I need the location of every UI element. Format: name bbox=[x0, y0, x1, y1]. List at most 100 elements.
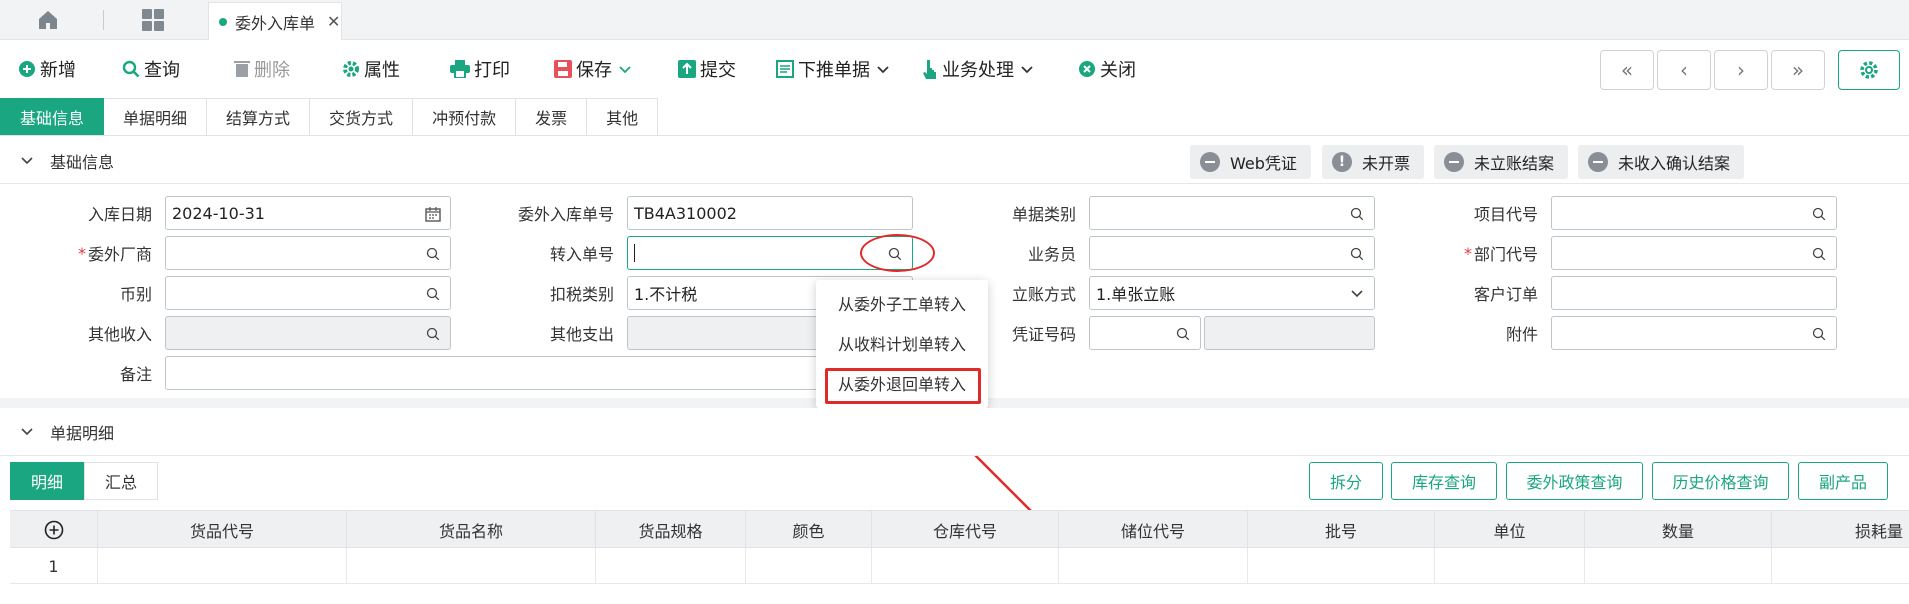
close-button[interactable]: 关闭 bbox=[1078, 56, 1136, 82]
search-icon[interactable] bbox=[424, 245, 442, 263]
split-button[interactable]: 拆分 bbox=[1309, 462, 1383, 500]
tab-delivery[interactable]: 交货方式 bbox=[310, 98, 414, 136]
col-quantity[interactable]: 数量 bbox=[1585, 511, 1772, 549]
tab-outsource-inbound[interactable]: 委外入库单 ✕ bbox=[208, 2, 342, 40]
cell-quantity[interactable] bbox=[1585, 548, 1772, 584]
uninvoiced-flag[interactable]: ! 未开票 bbox=[1322, 145, 1425, 179]
tab-other[interactable]: 其他 bbox=[587, 98, 659, 136]
web-voucher-flag[interactable]: Web凭证 bbox=[1190, 145, 1311, 179]
col-item-spec[interactable]: 货品规格 bbox=[596, 511, 746, 549]
stock-query-button[interactable]: 库存查询 bbox=[1391, 462, 1497, 500]
col-item-name[interactable]: 货品名称 bbox=[347, 511, 596, 549]
inbound-date-field[interactable]: 2024-10-31 bbox=[165, 196, 451, 230]
search-icon[interactable] bbox=[424, 325, 442, 343]
vendor-field[interactable] bbox=[165, 236, 451, 270]
cell-batch[interactable] bbox=[1248, 548, 1435, 584]
chevron-down-icon[interactable] bbox=[1348, 285, 1366, 303]
col-warehouse[interactable]: 仓库代号 bbox=[872, 511, 1059, 549]
cell-color[interactable] bbox=[746, 548, 872, 584]
cell-item-code[interactable] bbox=[98, 548, 347, 584]
chevron-down-icon[interactable] bbox=[20, 151, 34, 170]
add-row-icon[interactable] bbox=[10, 511, 98, 549]
plus-circle-icon bbox=[18, 60, 36, 78]
currency-label: 币别 bbox=[119, 285, 152, 304]
order-no-field[interactable]: TB4A310002 bbox=[627, 196, 913, 230]
close-tab-icon[interactable]: ✕ bbox=[327, 12, 340, 31]
chevron-down-icon[interactable] bbox=[1020, 59, 1034, 80]
print-button[interactable]: 打印 bbox=[450, 56, 510, 82]
cell-item-spec[interactable] bbox=[596, 548, 746, 584]
property-button[interactable]: 属性 bbox=[342, 56, 400, 82]
search-icon[interactable] bbox=[1810, 205, 1828, 223]
prev-record-button[interactable]: ‹ bbox=[1657, 50, 1711, 90]
byproduct-button[interactable]: 副产品 bbox=[1798, 462, 1888, 500]
tab-label: 委外入库单 bbox=[235, 13, 316, 33]
detail-table-header: 货品代号 货品名称 货品规格 颜色 仓库代号 储位代号 批号 单位 数量 损耗量 bbox=[10, 510, 1909, 549]
project-field[interactable] bbox=[1551, 196, 1837, 230]
voucher-field[interactable] bbox=[1089, 316, 1201, 350]
table-row[interactable]: 1 bbox=[10, 548, 1909, 584]
search-icon[interactable] bbox=[1810, 245, 1828, 263]
home-icon[interactable] bbox=[36, 8, 60, 32]
currency-field[interactable] bbox=[165, 276, 451, 310]
cell-loss[interactable] bbox=[1772, 548, 1909, 584]
tab-summary[interactable]: 汇总 bbox=[84, 462, 158, 500]
cell-warehouse[interactable] bbox=[872, 548, 1059, 584]
cell-bin[interactable] bbox=[1059, 548, 1248, 584]
tab-detail[interactable]: 明细 bbox=[10, 462, 84, 500]
menu-item-from-sub-order[interactable]: 从委外子工单转入 bbox=[816, 286, 988, 320]
tab-basic-info[interactable]: 基础信息 bbox=[0, 98, 105, 136]
push-down-button[interactable]: 下推单据 bbox=[776, 56, 890, 82]
search-icon[interactable] bbox=[424, 285, 442, 303]
submit-label: 提交 bbox=[700, 60, 736, 81]
price-history-button[interactable]: 历史价格查询 bbox=[1652, 462, 1789, 500]
col-unit[interactable]: 单位 bbox=[1435, 511, 1585, 549]
vendor-label: * 委外厂商 bbox=[0, 236, 152, 270]
search-icon[interactable] bbox=[1348, 205, 1366, 223]
next-record-button[interactable]: › bbox=[1714, 50, 1768, 90]
chevron-down-icon[interactable] bbox=[20, 422, 34, 441]
menu-item-from-receipt-plan[interactable]: 从收料计划单转入 bbox=[816, 326, 988, 360]
search-icon[interactable] bbox=[1810, 325, 1828, 343]
tab-doc-detail[interactable]: 单据明细 bbox=[104, 98, 208, 136]
doc-type-field[interactable] bbox=[1089, 196, 1375, 230]
clerk-field[interactable] bbox=[1089, 236, 1375, 270]
revenue-closed-flag[interactable]: 未收入确认结案 bbox=[1578, 145, 1745, 179]
cell-unit[interactable] bbox=[1435, 548, 1585, 584]
divider bbox=[103, 10, 104, 30]
cell-item-name[interactable] bbox=[347, 548, 596, 584]
col-bin[interactable]: 储位代号 bbox=[1059, 511, 1248, 549]
policy-query-button[interactable]: 委外政策查询 bbox=[1506, 462, 1643, 500]
tax-label: 扣税类别 bbox=[549, 285, 614, 304]
chevron-down-icon[interactable] bbox=[618, 59, 632, 80]
add-button[interactable]: 新增 bbox=[18, 56, 76, 82]
tab-invoice[interactable]: 发票 bbox=[516, 98, 588, 136]
col-loss[interactable]: 损耗量 bbox=[1772, 511, 1909, 549]
apps-grid-icon[interactable] bbox=[142, 9, 164, 31]
other-income-field[interactable] bbox=[165, 316, 451, 350]
col-batch[interactable]: 批号 bbox=[1248, 511, 1435, 549]
tab-settlement[interactable]: 结算方式 bbox=[207, 98, 311, 136]
chevron-down-icon[interactable] bbox=[876, 59, 890, 80]
last-record-button[interactable]: » bbox=[1771, 50, 1825, 90]
delete-button[interactable]: 删除 bbox=[234, 56, 290, 82]
calendar-icon[interactable] bbox=[424, 205, 442, 223]
attachment-field[interactable] bbox=[1551, 316, 1837, 350]
search-icon[interactable] bbox=[1174, 325, 1192, 343]
submit-button[interactable]: 提交 bbox=[678, 56, 736, 82]
settings-button[interactable] bbox=[1838, 50, 1900, 90]
remark-field[interactable] bbox=[165, 356, 825, 390]
business-button[interactable]: 业务处理 bbox=[922, 56, 1034, 82]
tab-prepayment[interactable]: 冲预付款 bbox=[413, 98, 517, 136]
col-color[interactable]: 颜色 bbox=[746, 511, 872, 549]
search-icon[interactable] bbox=[1348, 245, 1366, 263]
query-button[interactable]: 查询 bbox=[122, 56, 180, 82]
save-button[interactable]: 保存 bbox=[554, 56, 632, 82]
first-record-button[interactable]: « bbox=[1600, 50, 1654, 90]
dept-field[interactable] bbox=[1551, 236, 1837, 270]
col-item-code[interactable]: 货品代号 bbox=[98, 511, 347, 549]
customer-order-field[interactable] bbox=[1551, 276, 1837, 310]
account-closed-flag[interactable]: 未立账结案 bbox=[1434, 145, 1569, 179]
detail-header[interactable]: 单据明细 bbox=[0, 408, 1909, 456]
account-method-select[interactable]: 1.单张立账 bbox=[1089, 276, 1375, 310]
